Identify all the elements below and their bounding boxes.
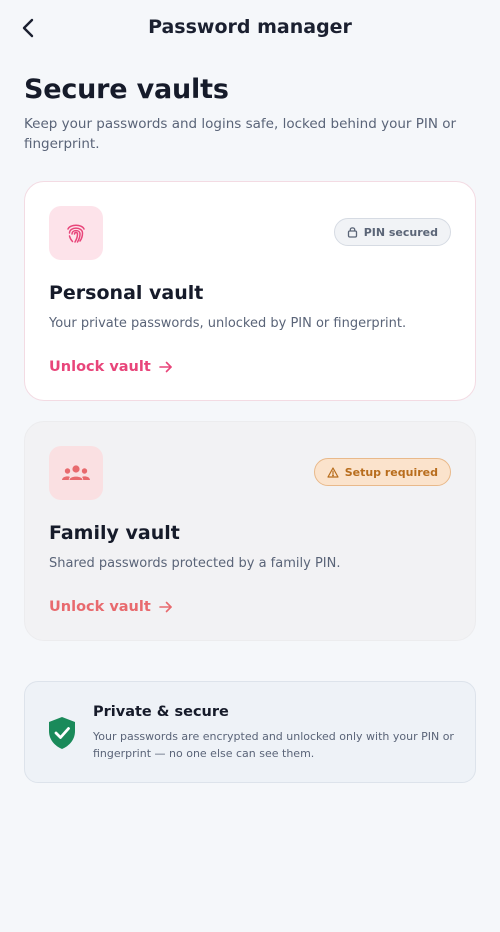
fingerprint-icon <box>67 224 85 243</box>
vault-title: Family vault <box>49 522 180 544</box>
arrow-right-icon <box>158 361 172 373</box>
pin-secured-badge: PIN secured <box>333 218 451 246</box>
page-subtitle: Keep your passwords and logins safe, loc… <box>24 116 457 152</box>
app-header: Password manager <box>0 0 500 56</box>
personal-vault-card: PIN secured Personal vault Your private … <box>24 181 476 401</box>
info-title: Private & secure <box>93 704 229 720</box>
vault-description: Shared passwords protected by a family P… <box>49 556 341 571</box>
setup-required-badge: Setup required <box>313 458 451 486</box>
unlock-personal-vault-button[interactable]: Unlock vault <box>49 357 173 377</box>
lock-icon <box>347 227 357 238</box>
header-title: Password manager <box>148 16 352 38</box>
family-vault-card: Setup required Family vault Shared passw… <box>24 421 476 641</box>
warning-icon <box>327 466 339 478</box>
family-vault-icon-tile <box>49 446 103 500</box>
vault-description: Your private passwords, unlocked by PIN … <box>49 316 407 331</box>
arrow-right-icon <box>158 601 172 613</box>
vault-title: Personal vault <box>49 282 204 304</box>
group-icon <box>62 465 90 480</box>
page-title: Secure vaults <box>24 74 229 105</box>
shield-check-icon <box>49 717 75 749</box>
unlock-family-vault-button[interactable]: Unlock vault <box>49 597 173 617</box>
unlock-label: Unlock vault <box>49 359 151 375</box>
privacy-info-card: Private & secure Your passwords are encr… <box>24 681 476 783</box>
info-description: Your passwords are encrypted and unlocke… <box>93 730 454 760</box>
unlock-label: Unlock vault <box>49 599 151 615</box>
badge-label: PIN secured <box>363 225 438 239</box>
badge-label: Setup required <box>344 465 438 479</box>
personal-vault-icon-tile <box>49 206 103 260</box>
